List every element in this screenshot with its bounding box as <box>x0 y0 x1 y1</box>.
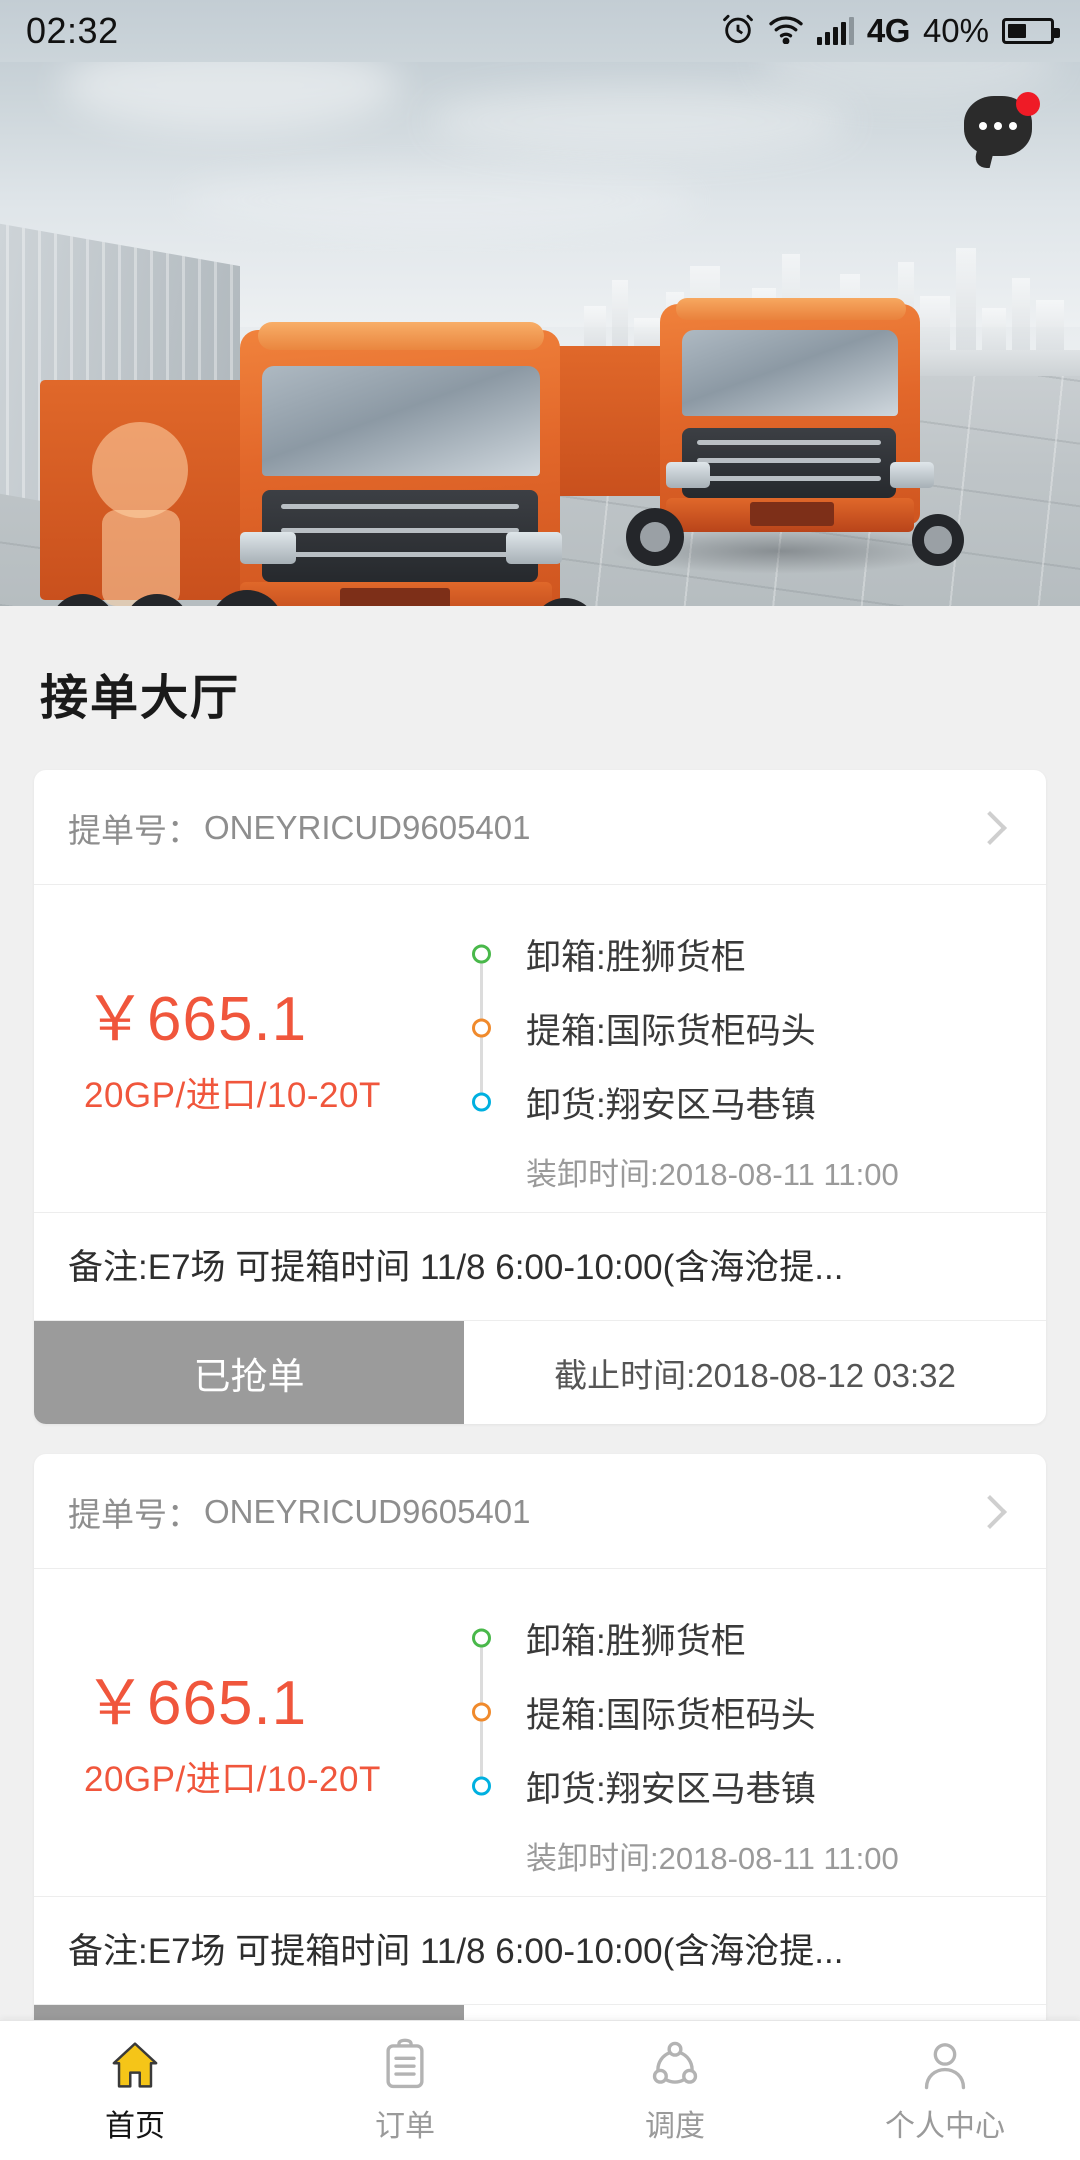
route-timeline: 卸箱:胜狮货柜 提箱:国际货柜码头 卸货:翔安区马巷镇 装卸时间:2018-08… <box>472 911 1012 1194</box>
order-card[interactable]: 提单号： ONEYRICUD9605401 ￥665.1 20GP/进口/10-… <box>34 770 1046 1424</box>
network-type: 4G <box>867 12 910 50</box>
route-step: 卸货:翔安区马巷镇 <box>472 1065 1012 1139</box>
tab-home[interactable]: 首页 <box>0 2021 270 2160</box>
price-block: ￥665.1 20GP/进口/10-20T <box>68 911 472 1194</box>
route-step: 提箱:国际货柜码头 <box>472 1675 1012 1749</box>
route-step: 提箱:国际货柜码头 <box>472 991 1012 1065</box>
battery-icon <box>1002 18 1054 44</box>
load-time: 装卸时间:2018-08-11 11:00 <box>472 1833 1012 1878</box>
card-body: ￥665.1 20GP/进口/10-20T 卸箱:胜狮货柜 提箱:国际货柜码头 <box>34 1569 1046 1896</box>
route-dot-icon <box>472 1629 491 1648</box>
bl-number-label: 提单号： <box>68 1488 200 1536</box>
route-dot-icon <box>472 1703 491 1722</box>
route-step-label: 提箱:国际货柜码头 <box>526 1687 816 1738</box>
tab-profile[interactable]: 个人中心 <box>810 2021 1080 2160</box>
deadline-text: 截止时间:2018-08-12 03:32 <box>464 1321 1046 1424</box>
route-timeline: 卸箱:胜狮货柜 提箱:国际货柜码头 卸货:翔安区马巷镇 装卸时间:2018-08… <box>472 1595 1012 1878</box>
bl-number-value: ONEYRICUD9605401 <box>204 1493 531 1531</box>
route-dot-icon <box>472 1093 491 1112</box>
chevron-right-icon[interactable] <box>973 1495 1007 1529</box>
price-spec: 20GP/进口/10-20T <box>84 1751 472 1802</box>
load-time: 装卸时间:2018-08-11 11:00 <box>472 1149 1012 1194</box>
route-dot-icon <box>472 1019 491 1038</box>
tab-dispatch[interactable]: 调度 <box>540 2021 810 2160</box>
signal-icon <box>817 17 854 45</box>
card-footer: 已抢单 截止时间:2018-08-12 03:32 <box>34 1320 1046 1424</box>
order-card[interactable]: 提单号： ONEYRICUD9605401 ￥665.1 20GP/进口/10-… <box>34 1454 1046 2108</box>
home-icon <box>107 2037 163 2093</box>
wifi-icon <box>768 14 804 49</box>
route-step-label: 卸货:翔安区马巷镇 <box>526 1077 816 1128</box>
card-header[interactable]: 提单号： ONEYRICUD9605401 <box>34 1454 1046 1569</box>
status-bar: 02:32 4G 40% <box>0 0 1080 62</box>
tab-label: 订单 <box>375 2101 435 2145</box>
remark-text: 备注:E7场 可提箱时间 11/8 6:00-10:00(含海沧提... <box>34 1212 1046 1320</box>
battery-percent: 40% <box>923 12 989 50</box>
tab-label: 调度 <box>645 2101 705 2145</box>
card-body: ￥665.1 20GP/进口/10-20T 卸箱:胜狮货柜 提箱:国际货柜码头 <box>34 885 1046 1212</box>
route-step-label: 提箱:国际货柜码头 <box>526 1003 816 1054</box>
grab-order-button[interactable]: 已抢单 <box>34 1321 464 1424</box>
card-header[interactable]: 提单号： ONEYRICUD9605401 <box>34 770 1046 885</box>
tab-label: 首页 <box>105 2101 165 2145</box>
price-spec: 20GP/进口/10-20T <box>84 1067 472 1118</box>
remark-text: 备注:E7场 可提箱时间 11/8 6:00-10:00(含海沧提... <box>34 1896 1046 2004</box>
route-step-label: 卸箱:胜狮货柜 <box>526 1613 746 1664</box>
truck-front <box>180 320 620 606</box>
status-time: 02:32 <box>26 10 119 52</box>
main-content: 接单大厅 提单号： ONEYRICUD9605401 ￥665.1 20GP/进… <box>0 606 1080 2160</box>
route-step-label: 卸货:翔安区马巷镇 <box>526 1761 816 1812</box>
unread-badge <box>1016 92 1040 116</box>
app-screen: 02:32 4G 40% 接单大厅 <box>0 0 1080 2160</box>
clipboard-icon <box>377 2037 433 2093</box>
route-dot-icon <box>472 945 491 964</box>
tab-label: 个人中心 <box>885 2101 1005 2145</box>
route-step-label: 卸箱:胜狮货柜 <box>526 929 746 980</box>
chat-button[interactable] <box>964 96 1038 166</box>
bl-number-label: 提单号： <box>68 804 200 852</box>
route-step: 卸货:翔安区马巷镇 <box>472 1749 1012 1823</box>
route-step: 卸箱:胜狮货柜 <box>472 1601 1012 1675</box>
alarm-icon <box>721 12 755 51</box>
truck-banner-image <box>0 0 1080 606</box>
bottom-navigation: 首页 订单 <box>0 2020 1080 2160</box>
bl-number-value: ONEYRICUD9605401 <box>204 809 531 847</box>
price-amount: ￥665.1 <box>84 1671 472 1738</box>
truck-rear <box>620 290 980 560</box>
price-block: ￥665.1 20GP/进口/10-20T <box>68 1595 472 1878</box>
dispatch-icon <box>647 2037 703 2093</box>
chevron-right-icon[interactable] <box>973 811 1007 845</box>
route-dot-icon <box>472 1777 491 1796</box>
tab-orders[interactable]: 订单 <box>270 2021 540 2160</box>
page-title: 接单大厅 <box>0 606 1080 770</box>
price-amount: ￥665.1 <box>84 987 472 1054</box>
person-icon <box>917 2037 973 2093</box>
route-step: 卸箱:胜狮货柜 <box>472 917 1012 991</box>
